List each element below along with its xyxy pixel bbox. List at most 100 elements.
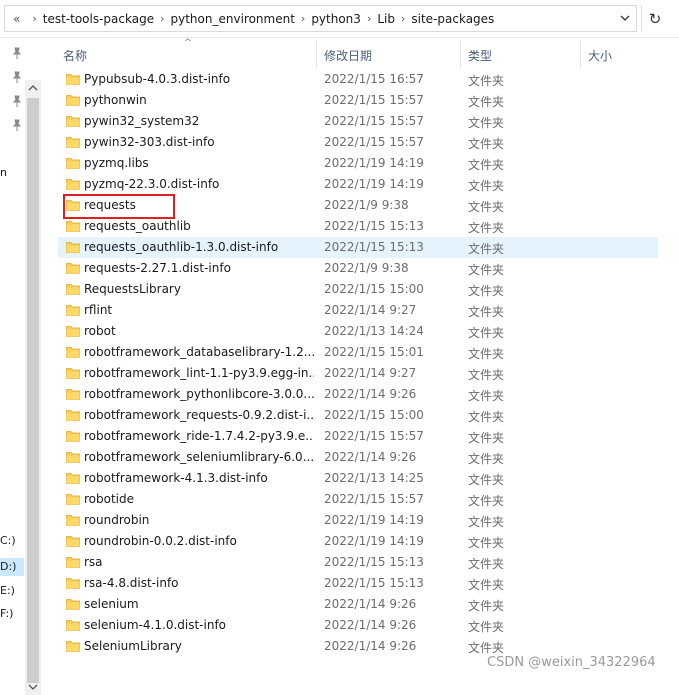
- file-row[interactable]: robotframework_lint-1.1-py3.9.egg-in... 2…: [58, 363, 658, 384]
- file-row[interactable]: pyzmq-22.3.0.dist-info 2022/1/19 14:19 文件夹: [58, 174, 658, 195]
- file-date: 2022/1/14 9:26: [324, 387, 417, 401]
- chevron-down-icon[interactable]: [618, 11, 632, 25]
- folder-icon: [66, 158, 80, 169]
- chevron-right-icon[interactable]: ›: [26, 12, 42, 25]
- file-type: 文件夹: [468, 74, 505, 88]
- file-row[interactable]: requests_oauthlib 2022/1/15 15:13 文件夹: [58, 216, 658, 237]
- file-date: 2022/1/15 15:13: [324, 576, 424, 590]
- breadcrumb-item[interactable]: Lib: [377, 12, 395, 26]
- file-name: pywin32-303.dist-info: [84, 135, 215, 149]
- file-row[interactable]: rsa-4.8.dist-info 2022/1/15 15:13 文件夹: [58, 573, 658, 594]
- chevron-right-icon[interactable]: ›: [361, 12, 377, 25]
- scroll-up-icon[interactable]: [28, 83, 38, 93]
- file-row[interactable]: requests-2.27.1.dist-info 2022/1/9 9:38 文件…: [58, 258, 658, 279]
- nav-drive-c[interactable]: C:): [0, 534, 16, 547]
- chevron-right-icon[interactable]: ›: [154, 12, 170, 25]
- breadcrumb-item[interactable]: python3: [311, 12, 361, 26]
- column-date[interactable]: 修改日期: [324, 47, 372, 64]
- file-row[interactable]: robotframework_ride-1.7.4.2-py3.9.e... 20…: [58, 426, 658, 447]
- file-name: robotframework_requests-0.9.2.dist-i...: [84, 408, 314, 422]
- overflow-chevron-icon[interactable]: «: [5, 12, 26, 26]
- file-row[interactable]: selenium-4.1.0.dist-info 2022/1/14 9:26 文件…: [58, 615, 658, 636]
- file-row[interactable]: roundrobin-0.0.2.dist-info 2022/1/19 14:1…: [58, 531, 658, 552]
- file-name: robotide: [84, 492, 135, 506]
- column-size[interactable]: 大小: [588, 47, 612, 64]
- file-row[interactable]: robot 2022/1/13 14:24 文件夹: [58, 321, 658, 342]
- file-row[interactable]: requests_oauthlib-1.3.0.dist-info 2022/1/…: [58, 237, 658, 258]
- file-name: rflint: [84, 303, 113, 317]
- file-type: 文件夹: [468, 158, 505, 172]
- folder-icon: [66, 389, 80, 400]
- pin-icon[interactable]: [10, 46, 24, 60]
- file-row[interactable]: pywin32-303.dist-info 2022/1/15 15:57 文件夹: [58, 132, 658, 153]
- file-row[interactable]: RequestsLibrary 2022/1/15 15:00 文件夹: [58, 279, 658, 300]
- folder-icon: [66, 578, 80, 589]
- folder-icon: [66, 515, 80, 526]
- file-row[interactable]: rflint 2022/1/14 9:27 文件夹: [58, 300, 658, 321]
- folder-icon: [66, 74, 80, 85]
- chevron-right-icon[interactable]: ›: [395, 12, 411, 25]
- file-date: 2022/1/15 16:57: [324, 72, 424, 86]
- file-date: 2022/1/13 14:24: [324, 324, 424, 338]
- file-type: 文件夹: [468, 578, 505, 592]
- file-row[interactable]: roundrobin 2022/1/19 14:19 文件夹: [58, 510, 658, 531]
- scrollbar-thumb[interactable]: [27, 98, 39, 683]
- column-divider[interactable]: [460, 40, 461, 68]
- chevron-right-icon[interactable]: ›: [295, 12, 311, 25]
- address-bar[interactable]: « › test-tools-package › python_environment…: [4, 5, 637, 32]
- file-type: 文件夹: [468, 410, 505, 424]
- file-type: 文件夹: [468, 263, 505, 277]
- refresh-button[interactable]: ↻: [641, 5, 668, 32]
- pin-icon[interactable]: [10, 118, 24, 132]
- folder-icon: [66, 347, 80, 358]
- file-type: 文件夹: [468, 305, 505, 319]
- file-row[interactable]: robotframework-4.1.3.dist-info 2022/1/13 …: [58, 468, 658, 489]
- column-divider[interactable]: [316, 40, 317, 68]
- file-row[interactable]: pyzmq.libs 2022/1/19 14:19 文件夹: [58, 153, 658, 174]
- breadcrumb-item[interactable]: python_environment: [171, 12, 295, 26]
- file-row[interactable]: robotframework_pythonlibcore-3.0.0.... 20…: [58, 384, 658, 405]
- column-type[interactable]: 类型: [468, 47, 492, 64]
- file-row[interactable]: robotframework_requests-0.9.2.dist-i... 2…: [58, 405, 658, 426]
- file-name: selenium-4.1.0.dist-info: [84, 618, 227, 632]
- folder-icon: [66, 137, 80, 148]
- folder-icon: [66, 599, 80, 610]
- file-date: 2022/1/14 9:27: [324, 366, 417, 380]
- scroll-down-icon[interactable]: [28, 682, 38, 692]
- file-name: robot: [84, 324, 116, 338]
- folder-icon: [66, 284, 80, 295]
- file-type: 文件夹: [468, 557, 505, 571]
- file-name: robotframework_pythonlibcore-3.0.0....: [84, 387, 314, 401]
- column-divider[interactable]: [580, 40, 581, 68]
- folder-icon: [66, 494, 80, 505]
- file-row[interactable]: robotframework_databaselibrary-1.2.... 20…: [58, 342, 658, 363]
- nav-scrollbar[interactable]: [25, 80, 41, 695]
- pin-icon[interactable]: [10, 94, 24, 108]
- file-row[interactable]: robotide 2022/1/15 15:57 文件夹: [58, 489, 658, 510]
- breadcrumb-item[interactable]: test-tools-package: [43, 12, 154, 26]
- file-row[interactable]: selenium 2022/1/14 9:26 文件夹: [58, 594, 658, 615]
- column-name[interactable]: 名称: [63, 47, 87, 64]
- file-date: 2022/1/9 9:38: [324, 198, 409, 212]
- file-name: requests-2.27.1.dist-info: [84, 261, 231, 275]
- file-row[interactable]: robotframework_seleniumlibrary-6.0.... 20…: [58, 447, 658, 468]
- nav-drive-d[interactable]: D:): [0, 558, 24, 576]
- file-row[interactable]: pywin32_system32 2022/1/15 15:57 文件夹: [58, 111, 658, 132]
- file-type: 文件夹: [468, 620, 505, 634]
- file-row[interactable]: Pypubsub-4.0.3.dist-info 2022/1/15 16:57 文…: [58, 69, 658, 90]
- file-row[interactable]: SeleniumLibrary 2022/1/14 9:26 文件夹: [58, 636, 658, 657]
- nav-drive-f[interactable]: F:): [0, 607, 13, 620]
- file-name: robotframework_seleniumlibrary-6.0....: [84, 450, 314, 464]
- file-date: 2022/1/9 9:38: [324, 261, 409, 275]
- folder-icon: [66, 95, 80, 106]
- file-date: 2022/1/15 15:00: [324, 408, 424, 422]
- sort-ascending-icon: ^: [184, 38, 192, 48]
- file-date: 2022/1/15 15:57: [324, 429, 424, 443]
- file-type: 文件夹: [468, 494, 505, 508]
- nav-drive-e[interactable]: E:): [0, 584, 15, 597]
- breadcrumb-item[interactable]: site-packages: [411, 12, 494, 26]
- nav-item[interactable]: n: [0, 166, 7, 179]
- pin-icon[interactable]: [10, 70, 24, 84]
- file-row[interactable]: rsa 2022/1/15 15:13 文件夹: [58, 552, 658, 573]
- file-row[interactable]: pythonwin 2022/1/15 15:57 文件夹: [58, 90, 658, 111]
